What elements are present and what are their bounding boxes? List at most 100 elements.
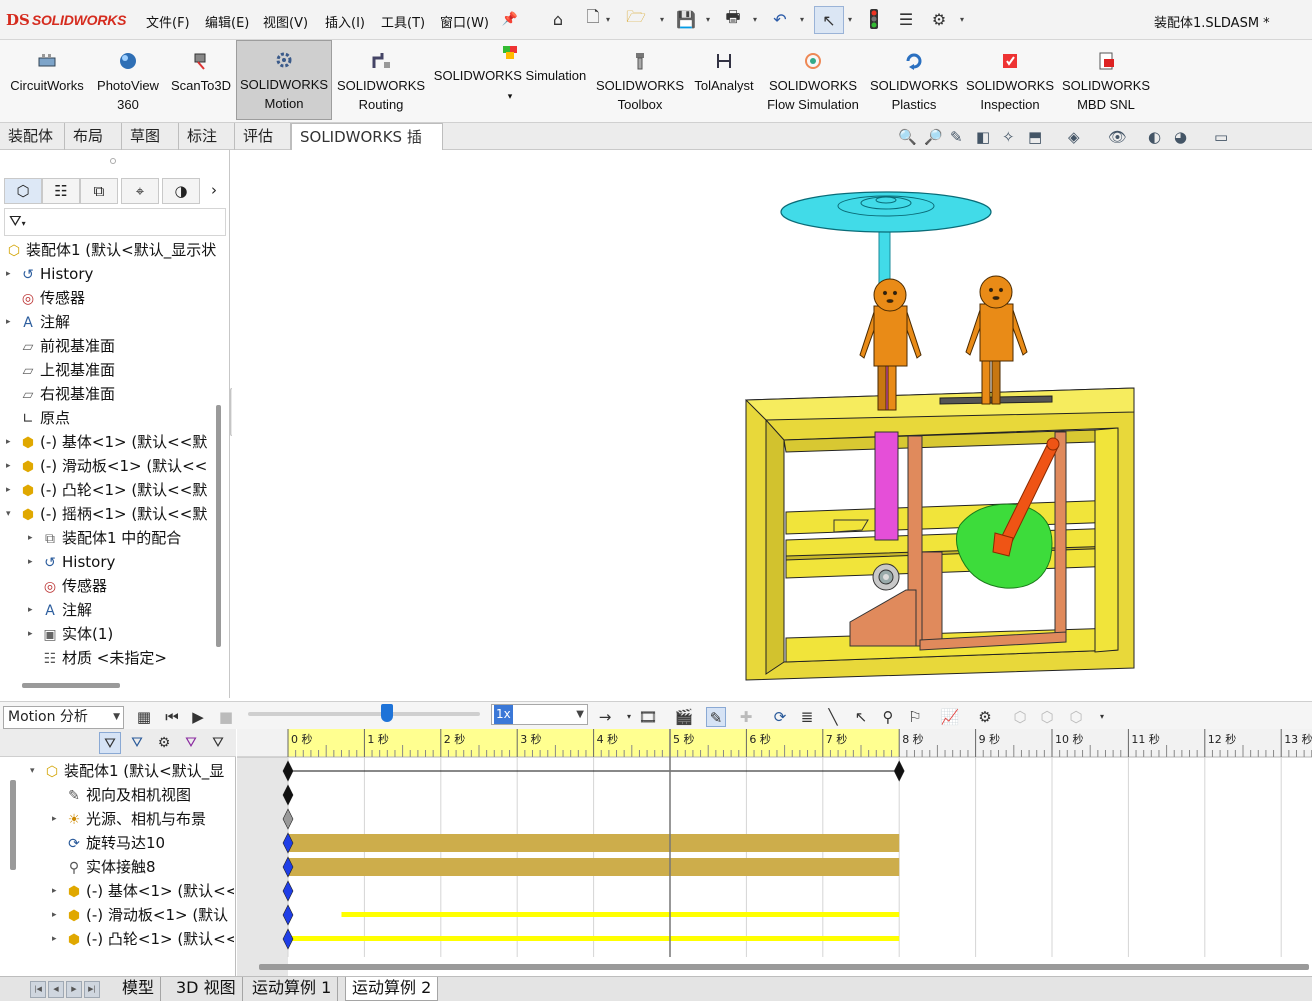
tolanalyst-button[interactable]: TolAnalyst <box>690 42 758 118</box>
save-animation-icon[interactable]: 🎞 <box>638 707 658 727</box>
tree-item[interactable]: ◎ 传感器 <box>6 286 216 310</box>
motion-study-properties-icon[interactable]: ⚙ <box>975 707 995 727</box>
print-icon[interactable]: 🖶 <box>723 7 743 29</box>
tab-solidworks-addins[interactable]: SOLIDWORKS 插件 <box>291 123 443 172</box>
tree-item[interactable]: ▱ 前视基准面 <box>6 334 216 358</box>
menu-view[interactable]: 视图(V) <box>263 12 308 31</box>
tab-evaluate[interactable]: 评估 <box>235 123 291 150</box>
tab-layout[interactable]: 布局 <box>65 123 122 150</box>
tab-motion-study-2[interactable]: 运动算例 2 <box>345 977 439 1001</box>
spring-icon[interactable]: ≣ <box>797 707 817 727</box>
edit-appearance-icon[interactable]: ◐ <box>1148 128 1161 146</box>
filter-selected-icon[interactable]: ⚙ <box>153 732 175 754</box>
tree-item[interactable]: ▾ ⬢ (-) 摇柄<1> (默认<<默 <box>6 502 216 526</box>
design-study-icon[interactable]: ⬡ <box>1066 707 1086 727</box>
solidworks-plastics-button[interactable]: SOLIDWORKS Plastics <box>866 42 962 118</box>
solidworks-mbd-snl-button[interactable]: SOLIDWORKS MBD SNL <box>1059 42 1153 118</box>
menu-window[interactable]: 窗口(W) <box>440 12 489 31</box>
tree-item[interactable]: ▸ ▣ 实体(1) <box>28 622 216 646</box>
menu-file[interactable]: 文件(F) <box>146 12 190 31</box>
playback-slider[interactable] <box>248 712 480 716</box>
chevron-down-icon[interactable]: ▾ <box>800 15 804 24</box>
file-properties-icon[interactable]: ☰ <box>896 9 916 29</box>
configuration-manager-tab-icon[interactable]: ⧉ <box>80 178 118 204</box>
pin-icon[interactable]: 📌 <box>500 9 520 29</box>
component-motion-bar[interactable] <box>341 912 900 917</box>
motion-tree-item[interactable]: ▸ ⬢ (-) 凸轮<1> (默认<< <box>52 927 234 951</box>
tab-3d-view[interactable]: 3D 视图 <box>170 977 243 1001</box>
chevron-right-icon[interactable]: ▸ <box>52 807 64 831</box>
display-style-icon[interactable]: ◈ <box>1068 128 1080 146</box>
chevron-right-icon[interactable]: › <box>202 178 226 204</box>
chevron-right-icon[interactable]: ▸ <box>28 622 40 646</box>
tree-item[interactable]: ∟ 原点 <box>6 406 216 430</box>
chevron-right-icon[interactable]: ▸ <box>52 879 64 903</box>
chevron-down-icon[interactable]: ▾ <box>1092 707 1112 727</box>
circuitworks-button[interactable]: CircuitWorks <box>5 42 89 118</box>
driving-track-bar[interactable] <box>288 834 900 852</box>
tree-item[interactable]: ▸ ⬢ (-) 滑动板<1> (默认<< <box>6 454 216 478</box>
rebuild-traffic-light-icon[interactable] <box>864 9 884 29</box>
chevron-right-icon[interactable]: ▸ <box>6 430 18 454</box>
save-icon[interactable]: 💾 <box>676 9 696 29</box>
zoom-to-area-icon[interactable]: 🔎 <box>924 128 943 146</box>
motion-tree-item[interactable]: ▾ ⬡ 装配体1 (默认<默认_显 <box>30 759 234 783</box>
driving-track-bar[interactable] <box>288 858 900 876</box>
timeline-canvas[interactable]: 0 秒 1 秒 2 秒 3 秒 4 秒 5 秒 6 秒 7 秒 8 秒 9 秒 10 秒 11 秒 12… <box>237 729 1312 978</box>
chevron-right-icon[interactable]: ▸ <box>28 550 40 574</box>
view-settings-icon[interactable]: ▭ <box>1214 128 1228 146</box>
chevron-down-icon[interactable]: ▾ <box>753 15 757 24</box>
chevron-right-icon[interactable]: ▸ <box>6 310 18 334</box>
playback-speed-select[interactable]: 1x ▼ <box>491 704 588 725</box>
playback-mode-icon[interactable]: → <box>595 707 615 727</box>
motion-tree-item[interactable]: ⚲ 实体接触8 <box>52 855 234 879</box>
calculate-icon[interactable]: ▦ <box>134 707 154 727</box>
tab-assembly[interactable]: 装配体 <box>0 123 65 150</box>
tab-markup[interactable]: 标注 <box>179 123 235 150</box>
scanto3d-button[interactable]: ScanTo3D <box>167 42 235 118</box>
solidworks-routing-button[interactable]: SOLIDWORKS Routing <box>334 42 428 118</box>
tree-item[interactable]: ▸ ⬢ (-) 基体<1> (默认<<默 <box>6 430 216 454</box>
previous-view-icon[interactable]: ✎ <box>950 128 963 146</box>
chevron-right-icon[interactable]: ▸ <box>6 262 18 286</box>
tree-item[interactable]: ▸ A 注解 <box>6 310 216 334</box>
tab-sketch[interactable]: 草图 <box>122 123 179 150</box>
menu-tools[interactable]: 工具(T) <box>381 12 425 31</box>
chevron-down-icon[interactable]: ▾ <box>6 502 18 526</box>
solidworks-simulation-button[interactable]: SOLIDWORKS Simulation ▾ <box>430 32 590 108</box>
tree-item[interactable]: ▸ A 注解 <box>28 598 216 622</box>
contact-icon[interactable]: ⚲ <box>878 707 898 727</box>
tree-item[interactable]: ◎ 传感器 <box>28 574 216 598</box>
motion-tree-item[interactable]: ▸ ⬢ (-) 基体<1> (默认<< <box>52 879 234 903</box>
menu-edit[interactable]: 编辑(E) <box>205 12 249 31</box>
tree-filter[interactable]: ⛛▾ <box>4 208 226 236</box>
tree-horizontal-scrollbar[interactable] <box>22 683 120 688</box>
chevron-down-icon[interactable]: ▾ <box>508 91 513 101</box>
chevron-down-icon[interactable]: ▾ <box>30 759 42 783</box>
view-orientation-icon[interactable]: ⬒ <box>1028 128 1042 146</box>
results-and-plots-icon[interactable]: 📈 <box>940 707 960 727</box>
chevron-right-icon[interactable]: ▸ <box>28 598 40 622</box>
motion-tree-item[interactable]: ⟳ 旋转马达10 <box>52 831 234 855</box>
motor-icon[interactable]: ⟳ <box>770 707 790 727</box>
last-tab-icon[interactable]: ▶| <box>84 981 100 998</box>
photoview-360-button[interactable]: PhotoView 360 <box>92 42 164 118</box>
gravity-icon[interactable]: ⚐ <box>905 707 925 727</box>
menu-insert[interactable]: 插入(I) <box>325 12 365 31</box>
display-manager-tab-icon[interactable]: ◑ <box>162 178 200 204</box>
simulation-results-icon[interactable]: ⬡ <box>1037 707 1057 727</box>
chevron-down-icon[interactable]: ▾ <box>619 707 639 727</box>
tree-item[interactable]: ▱ 上视基准面 <box>6 358 216 382</box>
chevron-down-icon[interactable]: ▾ <box>660 15 664 24</box>
property-manager-tab-icon[interactable]: ☷ <box>42 178 80 204</box>
tree-item[interactable]: ▸ ↺ History <box>28 550 216 574</box>
section-view-icon[interactable]: ◧ <box>976 128 990 146</box>
filter-all-icon[interactable]: ⛛ <box>207 732 229 754</box>
simulation-setup-icon[interactable]: ⬡ <box>1010 707 1030 727</box>
solidworks-toolbox-button[interactable]: SOLIDWORKS Toolbox <box>594 42 686 118</box>
select-arrow-icon[interactable]: ↖ <box>814 6 844 34</box>
force-icon[interactable]: ↖ <box>851 707 871 727</box>
tab-model[interactable]: 模型 <box>116 977 162 1001</box>
options-gear-icon[interactable]: ⚙ <box>929 9 949 29</box>
new-document-icon[interactable]: 🗋 <box>583 7 603 29</box>
